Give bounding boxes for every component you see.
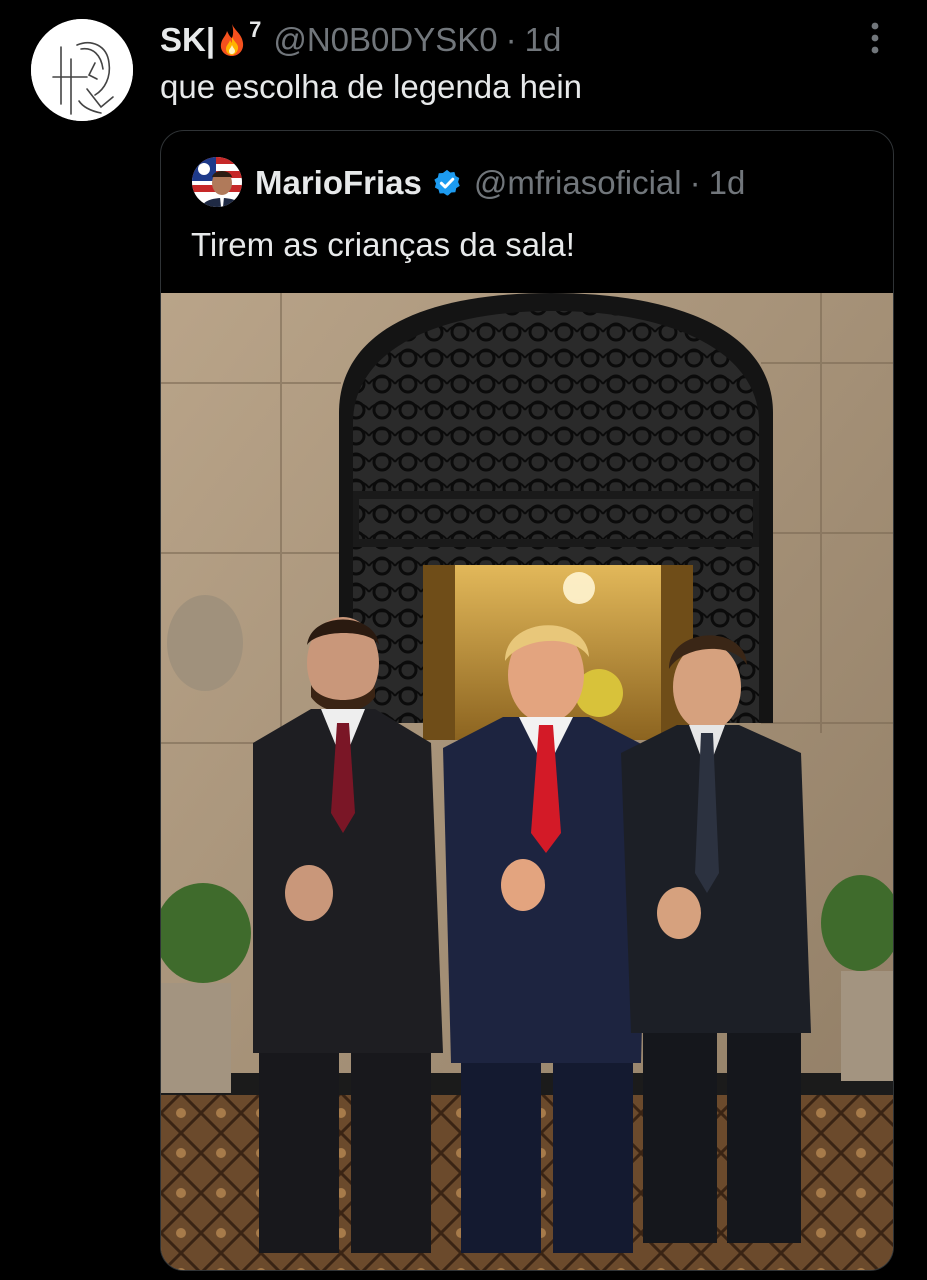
verified-badge-icon (434, 169, 460, 196)
quoted-tweet[interactable]: MarioFrias @mfriasoficial · 1d Tirem as … (160, 130, 894, 1271)
quoted-header: MarioFrias @mfriasoficial · 1d (255, 161, 745, 205)
fire-icon (217, 23, 247, 57)
display-name[interactable]: SK| (160, 21, 215, 59)
reply-tweet[interactable]: SK| 7 @N0B0DYSK0 · 1d que escolha de leg… (0, 0, 927, 1280)
timestamp[interactable]: 1d (525, 21, 562, 59)
more-options-icon[interactable] (862, 20, 888, 56)
reply-text: que escolha de legenda hein (160, 68, 583, 105)
separator-dot: · (505, 21, 517, 58)
tweet-photo[interactable] (161, 293, 893, 1270)
name-superscript: 7 (249, 17, 262, 42)
handle[interactable]: @N0B0DYSK0 (273, 21, 497, 59)
reply-header: SK| 7 @N0B0DYSK0 · 1d (160, 17, 562, 62)
quoted-avatar[interactable] (192, 157, 242, 207)
quoted-timestamp[interactable]: 1d (709, 164, 746, 202)
quoted-display-name[interactable]: MarioFrias (255, 164, 422, 202)
quoted-handle[interactable]: @mfriasoficial (474, 164, 682, 202)
quoted-text: Tirem as crianças da sala! (191, 226, 575, 263)
avatar[interactable] (31, 19, 133, 121)
separator-dot: · (689, 164, 701, 201)
